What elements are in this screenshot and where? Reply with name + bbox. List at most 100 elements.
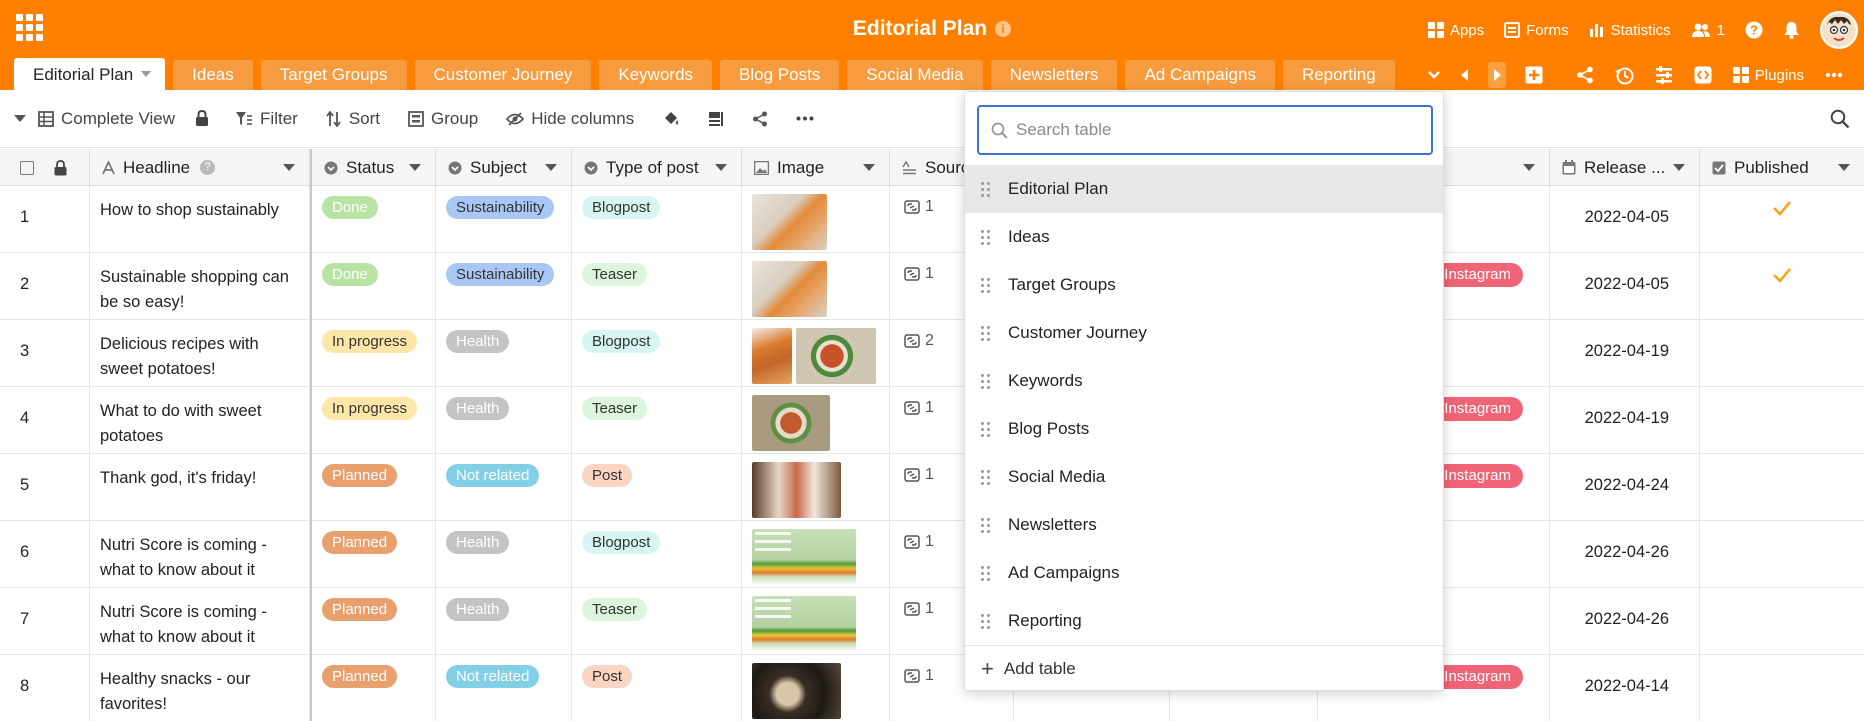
headline-cell[interactable]: Nutri Score is coming - what to know abo… bbox=[90, 521, 310, 588]
published-cell[interactable] bbox=[1700, 186, 1864, 253]
drag-handle-icon[interactable] bbox=[981, 325, 990, 341]
type-cell[interactable]: Teaser bbox=[572, 387, 742, 454]
image-thumbnail[interactable] bbox=[752, 328, 792, 384]
drag-handle-icon[interactable] bbox=[981, 181, 990, 197]
script-icon[interactable] bbox=[1694, 66, 1712, 84]
col-subject[interactable]: Subject bbox=[436, 149, 572, 186]
published-cell[interactable] bbox=[1700, 521, 1864, 588]
table-list-item[interactable]: Ideas bbox=[965, 213, 1443, 261]
row-color-icon[interactable] bbox=[662, 110, 680, 127]
status-cell[interactable]: Done bbox=[310, 186, 436, 253]
tab-blog-posts[interactable]: Blog Posts bbox=[720, 60, 840, 90]
tab-reporting[interactable]: Reporting bbox=[1282, 60, 1395, 90]
release-date-cell[interactable]: 2022-04-19 bbox=[1550, 320, 1700, 387]
release-date-cell[interactable]: 2022-04-05 bbox=[1550, 186, 1700, 253]
release-date-cell[interactable]: 2022-04-14 bbox=[1550, 655, 1700, 721]
subject-cell[interactable]: Health bbox=[436, 521, 572, 588]
type-cell[interactable]: Blogpost bbox=[572, 186, 742, 253]
release-date-cell[interactable]: 2022-04-05 bbox=[1550, 253, 1700, 320]
more-toolbar-icon[interactable] bbox=[796, 116, 814, 121]
table-list-item[interactable]: Social Media bbox=[965, 453, 1443, 501]
chevron-down-icon[interactable] bbox=[1673, 164, 1685, 171]
row-number[interactable]: 4 bbox=[0, 387, 90, 454]
image-cell[interactable] bbox=[742, 320, 890, 387]
user-avatar[interactable] bbox=[1820, 11, 1858, 49]
row-height-icon[interactable] bbox=[708, 111, 724, 127]
subject-cell[interactable]: Sustainability bbox=[436, 253, 572, 320]
table-row[interactable]: 4 What to do with sweet potatoes In progre… bbox=[0, 387, 1864, 454]
published-cell[interactable] bbox=[1700, 588, 1864, 655]
row-number[interactable]: 8 bbox=[0, 655, 90, 721]
apps-button[interactable]: Apps bbox=[1427, 22, 1484, 39]
table-list-item[interactable]: Blog Posts bbox=[965, 405, 1443, 453]
image-cell[interactable] bbox=[742, 521, 890, 588]
release-date-cell[interactable]: 2022-04-19 bbox=[1550, 387, 1700, 454]
lock-rows-icon[interactable] bbox=[54, 159, 67, 176]
image-cell[interactable] bbox=[742, 253, 890, 320]
lock-view-icon[interactable] bbox=[195, 110, 209, 127]
history-icon[interactable] bbox=[1614, 66, 1634, 85]
row-number[interactable]: 6 bbox=[0, 521, 90, 588]
drag-handle-icon[interactable] bbox=[981, 469, 990, 485]
published-cell[interactable] bbox=[1700, 454, 1864, 521]
status-cell[interactable]: Planned bbox=[310, 588, 436, 655]
table-row[interactable]: 6 Nutri Score is coming - what to know ab… bbox=[0, 521, 1864, 588]
drag-handle-icon[interactable] bbox=[981, 613, 990, 629]
chevron-down-icon[interactable] bbox=[545, 164, 557, 171]
row-number[interactable]: 1 bbox=[0, 186, 90, 253]
status-cell[interactable]: In progress bbox=[310, 387, 436, 454]
search-table-input[interactable] bbox=[1016, 120, 1416, 140]
image-cell[interactable] bbox=[742, 454, 890, 521]
image-cell[interactable] bbox=[742, 588, 890, 655]
image-cell[interactable] bbox=[742, 387, 890, 454]
status-cell[interactable]: Done bbox=[310, 253, 436, 320]
image-thumbnail[interactable] bbox=[796, 328, 876, 384]
image-thumbnail[interactable] bbox=[752, 462, 841, 518]
drag-handle-icon[interactable] bbox=[981, 373, 990, 389]
chevron-down-icon[interactable] bbox=[1838, 164, 1850, 171]
headline-cell[interactable]: Thank god, it's friday! bbox=[90, 454, 310, 521]
table-list-item[interactable]: Reporting bbox=[965, 597, 1443, 645]
release-date-cell[interactable]: 2022-04-24 bbox=[1550, 454, 1700, 521]
table-list-item[interactable]: Editorial Plan bbox=[965, 165, 1443, 213]
filter-button[interactable]: Filter bbox=[235, 109, 298, 129]
col-published[interactable]: Published bbox=[1700, 149, 1864, 186]
type-cell[interactable]: Post bbox=[572, 454, 742, 521]
table-list-item[interactable]: Keywords bbox=[965, 357, 1443, 405]
table-row[interactable]: 7 Nutri Score is coming - what to know ab… bbox=[0, 588, 1864, 655]
image-thumbnail[interactable] bbox=[752, 395, 830, 451]
headline-cell[interactable]: What to do with sweet potatoes bbox=[90, 387, 310, 454]
tab-keywords[interactable]: Keywords bbox=[599, 60, 713, 90]
tab-editorial-plan[interactable]: Editorial Plan bbox=[14, 58, 166, 90]
image-thumbnail[interactable] bbox=[752, 529, 856, 585]
status-cell[interactable]: Planned bbox=[310, 521, 436, 588]
drag-handle-icon[interactable] bbox=[981, 229, 990, 245]
search-icon[interactable] bbox=[1830, 109, 1850, 129]
type-cell[interactable]: Post bbox=[572, 655, 742, 721]
tab-ad-campaigns[interactable]: Ad Campaigns bbox=[1125, 60, 1275, 90]
notification-bell-icon[interactable] bbox=[1783, 21, 1800, 39]
table-row[interactable]: 5 Thank god, it's friday! Planned Not relat… bbox=[0, 454, 1864, 521]
info-icon[interactable]: i bbox=[995, 21, 1012, 37]
chevron-down-icon[interactable] bbox=[715, 164, 727, 171]
headline-cell[interactable]: Delicious recipes with sweet potatoes! bbox=[90, 320, 310, 387]
row-number[interactable]: 7 bbox=[0, 588, 90, 655]
chevron-down-icon[interactable] bbox=[409, 164, 421, 171]
row-number[interactable]: 2 bbox=[0, 253, 90, 320]
chevron-down-icon[interactable] bbox=[283, 164, 295, 171]
tabs-scroll-right-icon[interactable] bbox=[1488, 62, 1506, 88]
published-cell[interactable] bbox=[1700, 253, 1864, 320]
share-icon[interactable] bbox=[1576, 66, 1594, 84]
drag-handle-icon[interactable] bbox=[981, 421, 990, 437]
forms-button[interactable]: Forms bbox=[1504, 22, 1569, 39]
status-cell[interactable]: In progress bbox=[310, 320, 436, 387]
tab-caret-icon[interactable] bbox=[141, 71, 152, 77]
table-row[interactable]: 2 Sustainable shopping can be so easy! Don… bbox=[0, 253, 1864, 320]
table-row[interactable]: 8 Healthy snacks - our favorites! Planned N… bbox=[0, 655, 1864, 721]
release-date-cell[interactable]: 2022-04-26 bbox=[1550, 521, 1700, 588]
add-table-button[interactable]: + Add table bbox=[965, 645, 1443, 691]
table-list-item[interactable]: Newsletters bbox=[965, 501, 1443, 549]
tabs-dropdown-icon[interactable] bbox=[1428, 62, 1440, 88]
tab-ideas[interactable]: Ideas bbox=[173, 60, 253, 90]
status-cell[interactable]: Planned bbox=[310, 655, 436, 721]
